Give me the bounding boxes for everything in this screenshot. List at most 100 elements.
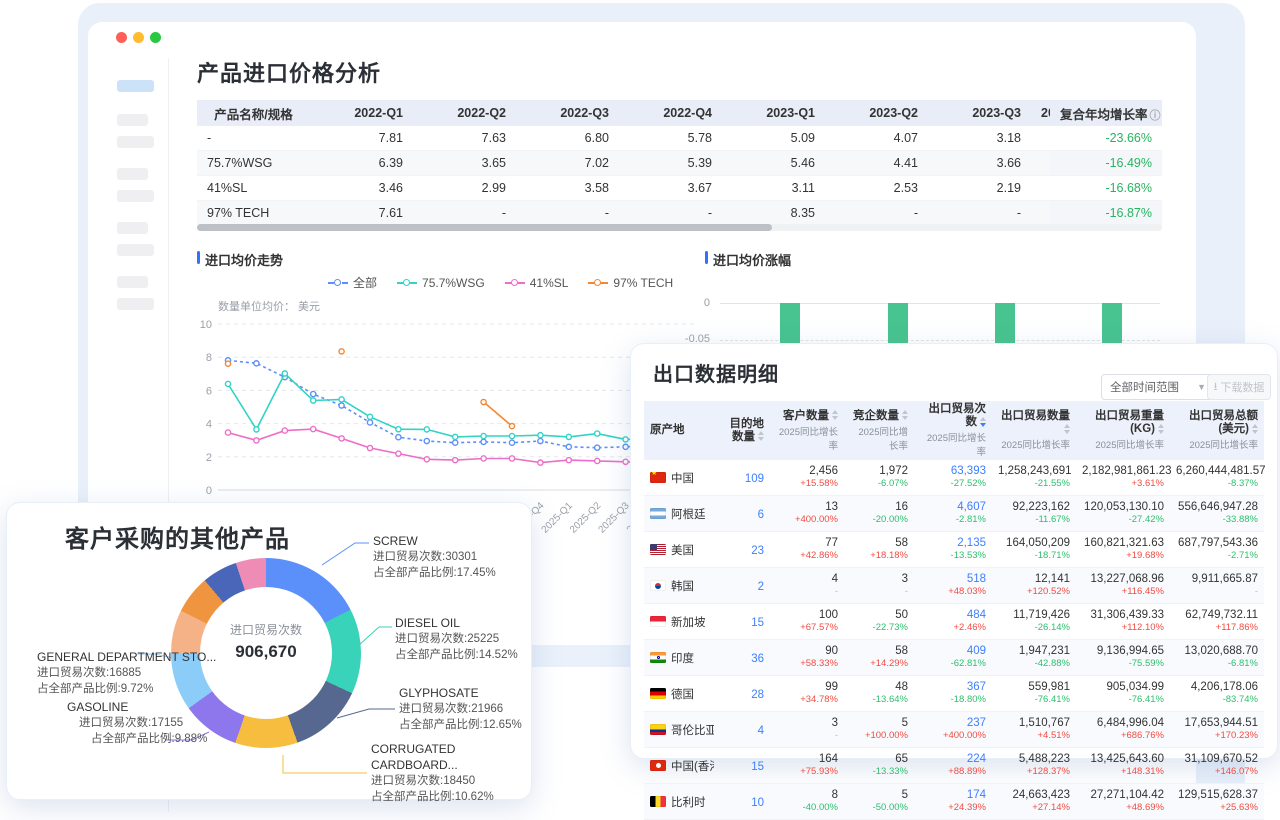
metric-cell: 1,947,231-42.88% <box>992 640 1076 676</box>
close-window-icon[interactable] <box>116 32 127 43</box>
sort-icon[interactable] <box>832 410 838 420</box>
metric-cell: 164+75.93% <box>770 748 844 784</box>
price-cell: - <box>825 201 928 226</box>
destination-count-cell[interactable]: 15 <box>720 748 770 784</box>
product-name-cell: 41%SL <box>197 176 310 201</box>
metric-cell: 1,510,767+4.51% <box>992 712 1076 748</box>
destination-count-cell[interactable]: 23 <box>720 532 770 568</box>
bar-ytick-0: 0 <box>676 297 710 309</box>
svg-text:4: 4 <box>206 419 212 431</box>
export-column-header[interactable]: 目的地数量 <box>720 401 770 460</box>
origin-cell: 中国(香港) <box>644 748 720 784</box>
price-cell: - <box>413 201 516 226</box>
destination-count-cell[interactable]: 2 <box>720 568 770 604</box>
export-table-row[interactable]: 新加坡15100+67.57%50-22.73%484+2.46%11,719,… <box>644 604 1264 640</box>
destination-count-cell[interactable]: 4 <box>720 712 770 748</box>
legend-item[interactable]: 97% TECH <box>588 276 673 290</box>
destination-count-cell[interactable]: 28 <box>720 676 770 712</box>
sort-icon[interactable] <box>902 410 908 420</box>
metric-cell: 9,136,994.65-75.59% <box>1076 640 1170 676</box>
horizontal-scrollbar[interactable] <box>197 224 1162 231</box>
pie-label-gasoline: GASOLINE 进口贸易次数:17155 占全部产品比例:9.88% <box>67 699 207 747</box>
metric-cell[interactable]: 2,135-13.53% <box>914 532 992 568</box>
flag-icon-co <box>650 724 666 735</box>
export-table-row[interactable]: 韩国24-3-518+48.03%12,141+120.52%13,227,06… <box>644 568 1264 604</box>
legend-item[interactable]: 全部 <box>328 274 377 291</box>
minimize-window-icon[interactable] <box>133 32 144 43</box>
origin-cell: 哥伦比亚 <box>644 712 720 748</box>
maximize-window-icon[interactable] <box>150 32 161 43</box>
pie-label-screw: SCREW 进口贸易次数:30301 占全部产品比例:17.45% <box>373 533 496 581</box>
legend-item[interactable]: 41%SL <box>505 276 569 290</box>
price-cell: - <box>619 201 722 226</box>
metric-cell[interactable]: 237+400.00% <box>914 712 992 748</box>
metric-cell[interactable]: 518+48.03% <box>914 568 992 604</box>
export-table-row[interactable]: 美国2377+42.86%58+18.18%2,135-13.53%164,05… <box>644 532 1264 568</box>
export-table-row[interactable]: 比利时108-40.00%5-50.00%174+24.39%24,663,42… <box>644 784 1264 820</box>
sidebar-item-placeholder <box>117 244 154 256</box>
flag-icon-us <box>650 544 666 555</box>
price-table-row[interactable]: 75.7%WSG6.393.657.025.395.464.413.66-16.… <box>197 151 1162 176</box>
price-table-row[interactable]: 97% TECH7.61---8.35---16.87% <box>197 201 1162 226</box>
export-column-header[interactable]: 出口贸易总额(美元)2025同比增长率 <box>1170 401 1264 460</box>
download-data-button[interactable]: ⭳ 下载数据 <box>1207 374 1271 400</box>
product-name-cell: 97% TECH <box>197 201 310 226</box>
price-cell: 3.65 <box>413 151 516 176</box>
destination-count-cell[interactable]: 15 <box>720 604 770 640</box>
sort-icon[interactable] <box>1252 424 1258 434</box>
metric-cell: 905,034.99-76.41% <box>1076 676 1170 712</box>
cagr-cell: -16.87% <box>1050 201 1162 226</box>
scrollbar-thumb[interactable] <box>197 224 772 231</box>
export-column-header[interactable]: 出口贸易数量2025同比增长率 <box>992 401 1076 460</box>
sort-icon[interactable] <box>1064 424 1070 434</box>
export-table-row[interactable]: 中国(香港)15164+75.93%65-13.33%224+88.89%5,4… <box>644 748 1264 784</box>
sort-icon[interactable] <box>758 431 764 441</box>
column-header-quarter: 2023-Q2 <box>825 100 928 126</box>
price-cell: 3.11 <box>722 176 825 201</box>
metric-cell: 556,646,947.28-33.88% <box>1170 496 1264 532</box>
export-table: 原产地目的地数量客户数量2025同比增长率竞企数量2025同比增长率出口贸易次数… <box>644 401 1264 820</box>
price-table-row[interactable]: 41%SL3.462.993.583.673.112.532.19-16.68% <box>197 176 1162 201</box>
export-column-header[interactable]: 竞企数量2025同比增长率 <box>844 401 914 460</box>
metric-cell[interactable]: 174+24.39% <box>914 784 992 820</box>
export-column-header[interactable]: 出口贸易重量(KG)2025同比增长率 <box>1076 401 1170 460</box>
sort-icon[interactable] <box>1158 424 1164 434</box>
sort-icon[interactable] <box>980 417 986 427</box>
destination-count-cell[interactable]: 36 <box>720 640 770 676</box>
destination-count-cell[interactable]: 109 <box>720 460 770 496</box>
metric-cell[interactable]: 409-62.81% <box>914 640 992 676</box>
column-header-quarter: 2022-Q2 <box>413 100 516 126</box>
price-cell: 6.80 <box>516 126 619 151</box>
destination-count-cell[interactable]: 10 <box>720 784 770 820</box>
export-table-row[interactable]: 阿根廷613+400.00%16-20.00%4,607-2.81%92,223… <box>644 496 1264 532</box>
price-cell: 5.46 <box>722 151 825 176</box>
flag-icon-de <box>650 688 666 699</box>
price-table-row[interactable]: -7.817.636.805.785.094.073.18-23.66% <box>197 126 1162 151</box>
time-range-select[interactable]: 全部时间范围 ▼ <box>1101 374 1215 400</box>
metric-cell: 3- <box>844 568 914 604</box>
export-column-header[interactable]: 出口贸易次数2025同比增长率 <box>914 401 992 460</box>
price-cell: 5.09 <box>722 126 825 151</box>
metric-cell[interactable]: 4,607-2.81% <box>914 496 992 532</box>
metric-cell[interactable]: 224+88.89% <box>914 748 992 784</box>
metric-cell: 90+58.33% <box>770 640 844 676</box>
export-table-row[interactable]: 印度3690+58.33%58+14.29%409-62.81%1,947,23… <box>644 640 1264 676</box>
destination-count-cell[interactable]: 6 <box>720 496 770 532</box>
export-table-row[interactable]: 中国1092,456+15.58%1,972-6.07%63,393-27.52… <box>644 460 1264 496</box>
clipped-cell <box>1031 201 1050 226</box>
price-cell: 7.63 <box>413 126 516 151</box>
bar-chart-title: 进口均价涨幅 <box>705 250 791 269</box>
metric-cell: 9,911,665.87- <box>1170 568 1264 604</box>
export-table-row[interactable]: 德国2899+34.78%48-13.64%367-18.80%559,981-… <box>644 676 1264 712</box>
column-header-cagr[interactable]: 复合年均增长率ⓘ <box>1050 100 1162 126</box>
legend-item[interactable]: 75.7%WSG <box>397 276 485 290</box>
export-column-header[interactable]: 客户数量2025同比增长率 <box>770 401 844 460</box>
window-controls <box>116 32 161 43</box>
origin-cell: 美国 <box>644 532 720 568</box>
metric-cell[interactable]: 63,393-27.52% <box>914 460 992 496</box>
metric-cell[interactable]: 484+2.46% <box>914 604 992 640</box>
metric-cell: 5-50.00% <box>844 784 914 820</box>
cagr-cell: -23.66% <box>1050 126 1162 151</box>
export-table-row[interactable]: 哥伦比亚43-5+100.00%237+400.00%1,510,767+4.5… <box>644 712 1264 748</box>
metric-cell[interactable]: 367-18.80% <box>914 676 992 712</box>
